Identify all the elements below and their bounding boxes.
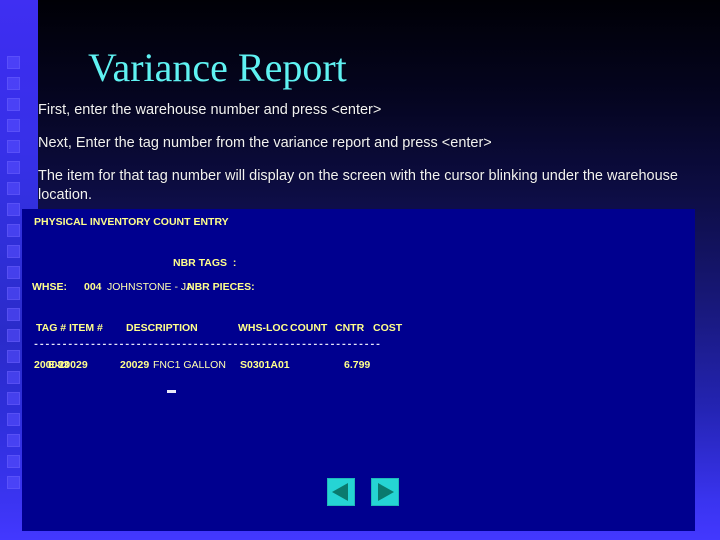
strip-square [7, 455, 20, 468]
strip-square [7, 203, 20, 216]
strip-square [7, 413, 20, 426]
strip-square [7, 371, 20, 384]
text-cursor [167, 390, 176, 393]
row-item-number: 20029 [120, 359, 150, 371]
strip-square [7, 119, 20, 132]
strip-square [7, 392, 20, 405]
column-header-whsloc: WHS-LOC [238, 322, 289, 334]
strip-square [7, 308, 20, 321]
strip-square [7, 266, 20, 279]
terminal-screenshot: PHYSICAL INVENTORY COUNT ENTRY NBR TAGS … [22, 209, 695, 531]
triangle-left-icon [332, 483, 348, 501]
whse-label: WHSE: [32, 281, 67, 293]
strip-square [7, 56, 20, 69]
strip-square [7, 434, 20, 447]
previous-slide-button[interactable] [327, 478, 355, 506]
column-header-cost: COST [373, 322, 403, 334]
row-whsloc: S0301A01 [240, 359, 290, 371]
next-slide-button[interactable] [371, 478, 399, 506]
bullet-line-2: Next, Enter the tag number from the vari… [38, 135, 492, 151]
row-cost: 6.799 [344, 359, 371, 371]
strip-square [7, 329, 20, 342]
strip-square [7, 476, 20, 489]
strip-square [7, 77, 20, 90]
triangle-right-icon [378, 483, 394, 501]
strip-square [7, 287, 20, 300]
strip-square [7, 182, 20, 195]
strip-square [7, 350, 20, 363]
bullet-line-3: The item for that tag number will displa… [38, 168, 678, 203]
whse-number: 004 [84, 281, 102, 293]
strip-square [7, 140, 20, 153]
slide-canvas: Variance Report First, enter the warehou… [0, 0, 720, 540]
strip-square [7, 98, 20, 111]
column-separator-rule: ----------------------------------------… [33, 340, 381, 351]
strip-square [7, 245, 20, 258]
column-header-cntr: CNTR [335, 322, 365, 334]
column-header-count: COUNT [290, 322, 328, 334]
strip-square [7, 224, 20, 237]
bullet-line-1: First, enter the warehouse number and pr… [38, 102, 382, 118]
whse-name: JOHNSTONE - JA [107, 281, 194, 293]
terminal-screen-title: PHYSICAL INVENTORY COUNT ENTRY [34, 216, 229, 228]
strip-square [7, 161, 20, 174]
nbr-pieces-label: NBR PIECES: [187, 281, 255, 293]
column-header-description: DESCRIPTION [126, 322, 198, 334]
row-description: FNC1 GALLON [153, 359, 226, 371]
column-header-item: ITEM # [69, 322, 103, 334]
bullet-list: First, enter the warehouse number and pr… [38, 101, 688, 205]
page-title: Variance Report [88, 45, 347, 90]
column-header-tag: TAG # [36, 322, 67, 334]
nbr-tags-label: NBR TAGS : [173, 257, 237, 269]
row-item-overlay: E-20029 [48, 359, 88, 371]
